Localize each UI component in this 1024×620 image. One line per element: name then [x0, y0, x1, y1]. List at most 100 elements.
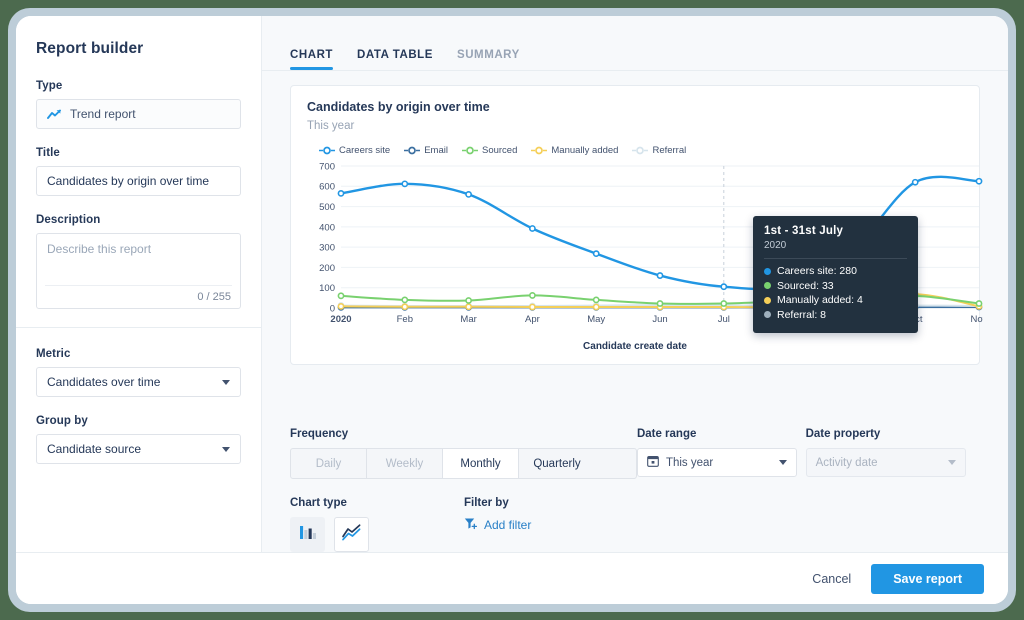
tooltip-row: Careers site: 280	[764, 265, 907, 277]
x-tick-label: May	[587, 314, 605, 325]
tab-bar: CHART DATA TABLE SUMMARY	[262, 34, 1008, 70]
date-range-group: Date range This year	[636, 428, 806, 477]
legend-item-referral[interactable]: Referral	[632, 145, 686, 156]
y-tick-label: 700	[319, 161, 335, 172]
tooltip-title: 1st - 31st July	[764, 225, 844, 237]
series-point	[528, 292, 536, 299]
frequency-segmented-control[interactable]: Daily Weekly Monthly Quarterly	[290, 448, 637, 479]
groupby-select[interactable]: Candidate source	[36, 434, 241, 464]
chevron-down-icon	[222, 446, 230, 452]
report-builder-window: Report builder Type Trend report Title C…	[16, 16, 1008, 604]
description-char-count: 0 / 255	[197, 291, 231, 303]
filter-by-label: Filter by	[464, 497, 509, 509]
series-point	[401, 296, 409, 304]
sidebar-divider	[16, 327, 261, 328]
footer-bar: Cancel Save report	[16, 552, 1008, 604]
legend-marker-icon	[632, 146, 649, 155]
legend-marker-icon	[319, 146, 335, 155]
sidebar: Report builder Type Trend report Title C…	[16, 16, 262, 552]
x-tick-label: 2020	[330, 314, 351, 325]
legend-item-email[interactable]: Email	[404, 145, 448, 156]
desktop-frame: Report builder Type Trend report Title C…	[8, 8, 1016, 612]
date-property-value: Activity date	[815, 456, 878, 469]
series-point	[592, 250, 600, 258]
filter-by-group: Filter by Add filter	[464, 497, 531, 533]
tab-chart[interactable]: CHART	[290, 49, 333, 70]
metric-select[interactable]: Candidates over time	[36, 367, 241, 397]
metric-label: Metric	[36, 348, 71, 360]
chart-subtitle: This year	[307, 120, 355, 132]
trend-report-icon	[47, 109, 62, 120]
tooltip-row-label: Careers site: 280	[777, 265, 857, 277]
tooltip-series-dot	[764, 311, 771, 318]
chart-type-group: Chart type	[290, 497, 464, 552]
frequency-label: Frequency	[290, 428, 349, 440]
description-placeholder: Describe this report	[47, 242, 152, 256]
legend-label: Referral	[652, 145, 687, 156]
x-tick-label: Apr	[525, 314, 540, 325]
tooltip-series-dot	[764, 267, 771, 275]
add-filter-label: Add filter	[484, 518, 532, 532]
chart-type-buttons	[290, 517, 464, 552]
description-label: Description	[36, 214, 101, 226]
groupby-value: Candidate source	[47, 442, 142, 456]
filter-plus-icon	[464, 517, 478, 533]
save-report-button[interactable]: Save report	[871, 563, 984, 594]
chart-tooltip: 1st - 31st July 2020 Careers site: 280 So…	[753, 216, 918, 333]
tooltip-row-label: Manually added: 4	[777, 294, 863, 306]
main-panel: CHART DATA TABLE SUMMARY Candidates by o…	[262, 16, 1008, 552]
legend-label: Careers site	[339, 145, 391, 156]
plot-wrapper: 0 100 200 300 400 500 600 700 2020 Feb Mar Apr May Ju…	[307, 160, 988, 335]
chevron-down-icon	[947, 460, 956, 465]
tab-summary[interactable]: SUMMARY	[457, 49, 520, 70]
calendar-icon	[647, 455, 659, 470]
legend-item-sourced[interactable]: Sourced	[461, 145, 517, 156]
add-filter-button[interactable]: Add filter	[464, 517, 531, 533]
tooltip-row: Referral: 8	[764, 309, 907, 321]
date-range-select[interactable]: This year	[636, 448, 797, 477]
x-tick-label: Jun	[652, 314, 667, 325]
x-tick-label: Nov	[971, 314, 983, 325]
y-tick-label: 100	[319, 283, 335, 294]
description-textarea[interactable]: Describe this report 0 / 255	[36, 233, 241, 309]
date-property-select: Activity date	[805, 448, 966, 477]
series-point	[465, 297, 472, 304]
tab-data-table[interactable]: DATA TABLE	[357, 49, 433, 70]
controls-row-1: Frequency Daily Weekly Monthly Quarterly Da…	[290, 428, 980, 479]
chart-type-label: Chart type	[290, 497, 347, 509]
series-point	[337, 302, 345, 310]
frequency-option-monthly[interactable]: Monthly	[443, 449, 519, 478]
series-point	[975, 177, 983, 185]
legend-label: Manually added	[551, 145, 619, 156]
legend-item-manually-added[interactable]: Manually added	[531, 145, 618, 156]
series-point	[592, 303, 600, 311]
x-axis-title: Candidate create date	[583, 341, 687, 352]
type-field[interactable]: Trend report	[36, 99, 241, 129]
line-chart-icon	[341, 522, 362, 548]
legend-item-careers-site[interactable]: Careers site	[319, 145, 390, 156]
y-tick-label: 500	[319, 202, 335, 213]
series-point	[528, 225, 536, 232]
y-tick-label: 200	[319, 263, 335, 274]
metric-value: Candidates over time	[47, 375, 161, 389]
page-title: Report builder	[36, 40, 144, 57]
x-tick-label: Jul	[718, 314, 730, 325]
y-tick-label: 300	[319, 243, 335, 254]
controls-section: Frequency Daily Weekly Monthly Quarterly Da…	[262, 414, 1008, 552]
bar-chart-type-button[interactable]	[290, 517, 325, 552]
date-range-value: This year	[665, 456, 714, 469]
title-input[interactable]: Candidates by origin over time	[36, 166, 241, 196]
frequency-option-quarterly[interactable]: Quarterly	[519, 449, 595, 478]
tooltip-divider	[764, 258, 907, 259]
type-label: Type	[36, 80, 63, 92]
line-chart-type-button[interactable]	[334, 517, 369, 552]
tooltip-row: Sourced: 33	[764, 280, 907, 292]
series-point	[720, 283, 728, 291]
chevron-down-icon	[222, 379, 230, 385]
groupby-label: Group by	[36, 415, 88, 427]
series-point	[592, 296, 600, 304]
cancel-button[interactable]: Cancel	[812, 572, 851, 586]
legend-marker-icon	[404, 146, 421, 155]
bar-chart-icon	[298, 522, 318, 547]
series-point	[337, 189, 345, 197]
